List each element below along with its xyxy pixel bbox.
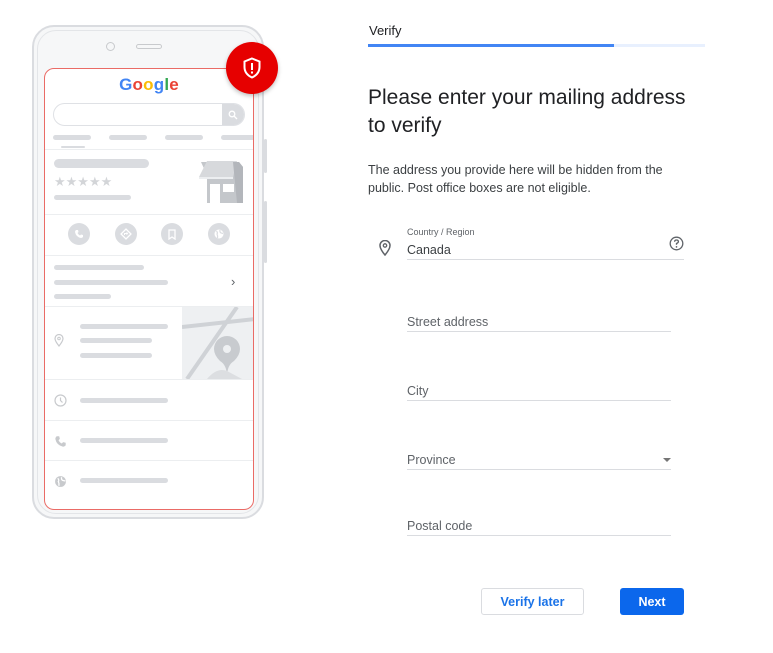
divider	[45, 379, 253, 380]
divider	[45, 214, 253, 215]
country-region-select[interactable]: Country / Region Canada	[407, 227, 684, 260]
placeholder-bar	[165, 135, 203, 140]
placeholder-bar	[80, 324, 168, 329]
street-address-placeholder: Street address	[407, 315, 489, 329]
province-select[interactable]: Province	[407, 451, 671, 470]
country-region-label: Country / Region	[407, 227, 475, 237]
placeholder-bar	[54, 294, 111, 299]
phone-side-button	[264, 139, 267, 173]
phone-side-button	[264, 201, 267, 263]
help-circle-icon[interactable]	[669, 236, 684, 256]
divider	[45, 460, 253, 461]
placeholder-bar	[53, 135, 91, 140]
placeholder-bar	[80, 438, 168, 443]
city-placeholder: City	[407, 384, 429, 398]
next-button[interactable]: Next	[620, 588, 684, 615]
placeholder-bar	[54, 265, 144, 270]
page-heading: Please enter your mailing address to ver…	[368, 86, 686, 137]
globe-icon	[208, 223, 230, 245]
shield-alert-icon	[226, 42, 278, 94]
phone-icon	[54, 435, 67, 453]
globe-icon	[54, 475, 67, 493]
logo-letter: o	[132, 75, 144, 94]
divider	[45, 255, 253, 256]
clock-icon	[54, 394, 67, 412]
description: The address you provide here will be hid…	[368, 163, 663, 195]
divider	[45, 420, 253, 421]
phone-screen: Google ★★★★★ ›	[44, 68, 254, 510]
phone-icon	[68, 223, 90, 245]
dropdown-arrow-icon[interactable]	[663, 458, 671, 462]
placeholder-bar	[54, 195, 131, 200]
phone-speaker	[136, 44, 162, 49]
city-input[interactable]: City	[407, 382, 671, 401]
progress-bar	[368, 44, 705, 47]
logo-letter: e	[169, 75, 179, 94]
tab-indicator	[61, 146, 85, 148]
location-pin-icon	[379, 239, 391, 261]
placeholder-bar	[80, 478, 168, 483]
country-region-value[interactable]: Canada	[407, 241, 684, 259]
placeholder-bar	[80, 353, 152, 358]
map-thumbnail	[182, 307, 253, 379]
storefront-icon	[197, 159, 245, 208]
street-address-input[interactable]: Street address	[407, 313, 671, 332]
logo-letter: o	[143, 75, 154, 94]
chevron-right-icon: ›	[231, 274, 236, 289]
placeholder-bar	[109, 135, 147, 140]
placeholder-bar	[54, 159, 149, 168]
progress-fill	[368, 44, 614, 47]
directions-icon	[115, 223, 137, 245]
placeholder-bar	[54, 280, 168, 285]
placeholder-bar	[80, 338, 152, 343]
verify-later-button[interactable]: Verify later	[481, 588, 584, 615]
rating-stars: ★★★★★	[54, 174, 113, 189]
search-icon	[222, 104, 244, 125]
google-logo: Google	[45, 75, 253, 95]
postal-code-input[interactable]: Postal code	[407, 517, 671, 536]
postal-code-placeholder: Postal code	[407, 519, 473, 533]
step-title: Verify	[369, 23, 402, 38]
province-placeholder: Province	[407, 453, 456, 467]
location-pin-icon	[54, 333, 64, 352]
bookmark-icon	[161, 223, 183, 245]
placeholder-bar	[80, 398, 168, 403]
logo-letter: G	[119, 75, 133, 94]
phone-illustration: Google ★★★★★ ›	[32, 25, 267, 519]
logo-letter: g	[153, 75, 165, 94]
mock-search-bar	[53, 103, 245, 126]
placeholder-bar	[221, 135, 253, 140]
divider	[45, 149, 253, 150]
phone-camera	[106, 42, 115, 51]
